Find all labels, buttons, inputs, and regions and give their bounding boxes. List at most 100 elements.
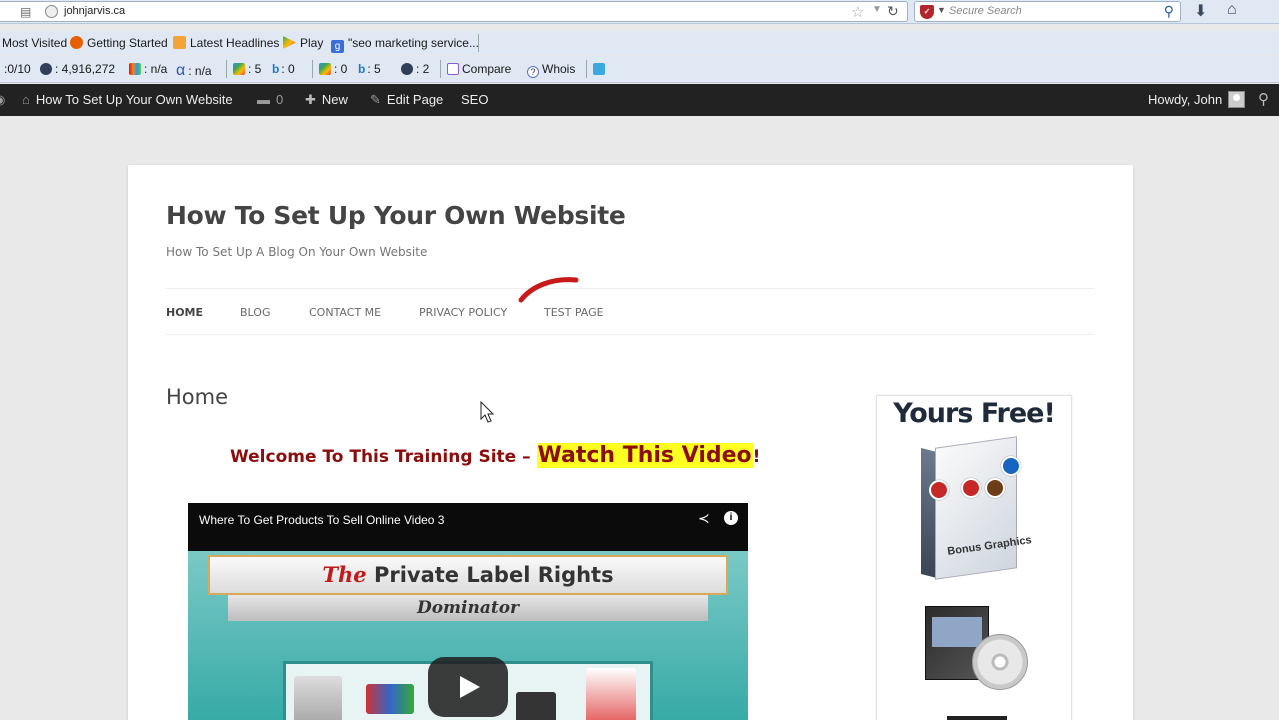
google-index-2[interactable]: : 0 <box>319 62 347 76</box>
compare-button[interactable]: Compare <box>447 62 511 76</box>
rss-icon <box>173 36 186 49</box>
main-navigation: HOME BLOG CONTACT ME PRIVACY POLICY TEST… <box>166 288 1094 335</box>
toolbar-separator <box>586 60 587 78</box>
thumbnail-main: Private Label Rights <box>366 563 614 587</box>
bookmark-getting-started[interactable]: Getting Started <box>70 36 168 50</box>
thumbnail-heading: The Private Label Rights <box>210 562 726 587</box>
home-icon: ⌂ <box>22 92 30 107</box>
google-index-1[interactable]: : 5 <box>233 62 261 76</box>
twitter-icon <box>593 63 605 75</box>
share-icon[interactable]: ≺ <box>698 510 710 527</box>
admin-seo[interactable]: SEO <box>461 92 488 107</box>
wp-admin-bar: ◉ ⌂ How To Set Up Your Own Website ▬0 ✚Ne… <box>0 84 1279 116</box>
nav-test-page[interactable]: TEST PAGE <box>544 306 604 319</box>
bar-chart-icon <box>129 63 141 75</box>
globe-icon <box>45 5 58 18</box>
bookmark-label: Most Visited <box>2 36 68 50</box>
bookmark-star-icon[interactable]: ☆ <box>851 3 864 21</box>
home-icon[interactable]: ⌂ <box>1227 1 1237 19</box>
badge-icon <box>1001 456 1021 476</box>
download-icon[interactable]: ⬇ <box>1194 1 1207 21</box>
sidebar-ad[interactable]: Yours Free! Bonus Graphics <box>876 395 1072 720</box>
metric-a[interactable]: : n/a <box>129 62 167 76</box>
avatar[interactable] <box>1228 91 1245 108</box>
nav-blog[interactable]: BLOG <box>240 306 270 319</box>
metric-b[interactable]: α: n/a <box>176 62 212 80</box>
product-image <box>294 676 342 720</box>
alexa-value: : 4,916,272 <box>55 62 116 76</box>
plus-icon: ✚ <box>305 92 316 107</box>
mouse-cursor-icon <box>480 401 495 423</box>
bing-index-1[interactable]: b: 0 <box>272 62 295 76</box>
ad-title: Yours Free! <box>893 398 1056 429</box>
video-thumbnail[interactable]: The Private Label Rights Dominator <box>188 551 748 720</box>
nav-privacy-policy[interactable]: PRIVACY POLICY <box>419 306 507 319</box>
bing-index-2[interactable]: b: 5 <box>358 62 381 76</box>
admin-new[interactable]: ✚ New <box>305 92 348 108</box>
site-title[interactable]: How To Set Up Your Own Website <box>166 201 626 230</box>
welcome-suffix: ! <box>752 447 761 467</box>
toolbar-separator <box>440 60 441 78</box>
bookmark-label: Play <box>300 36 324 50</box>
search-placeholder[interactable]: Secure Search <box>949 5 1022 17</box>
admin-comments[interactable]: ▬ 0 <box>257 92 283 107</box>
alexa-icon <box>40 63 52 75</box>
nav-home[interactable]: HOME <box>166 306 203 319</box>
search-engine-dropdown-icon[interactable]: ▼ <box>937 5 946 15</box>
thumbnail-the: The <box>322 562 367 587</box>
alexa-rank[interactable]: : 4,916,272 <box>40 62 115 76</box>
bookmark-seo-marketing[interactable]: g "seo marketing service... <box>331 36 479 53</box>
admin-edit-page[interactable]: ✎ Edit Page <box>370 92 443 108</box>
bookmark-label: Getting Started <box>87 36 168 50</box>
play-button[interactable] <box>428 657 508 717</box>
wordpress-logo-icon[interactable]: ◉ <box>0 92 5 108</box>
admin-search-icon[interactable]: ⚲ <box>1258 90 1269 108</box>
info-count[interactable]: : 2 <box>401 62 429 76</box>
question-icon: ? <box>527 66 539 78</box>
url-dropdown-icon[interactable]: ▼ <box>872 4 882 15</box>
admin-site-name[interactable]: ⌂ How To Set Up Your Own Website <box>22 92 233 107</box>
identity-icon[interactable]: ▤ <box>20 5 31 19</box>
info-count-value: : 2 <box>416 62 430 76</box>
pencil-icon: ✎ <box>370 92 381 107</box>
bookmark-play[interactable]: Play <box>283 36 323 50</box>
site-page: How To Set Up Your Own Website How To Se… <box>128 165 1133 720</box>
reload-icon[interactable]: ↻ <box>887 3 899 20</box>
dvd-case-screen <box>932 617 982 647</box>
welcome-prefix: Welcome To This Training Site – <box>230 447 537 467</box>
google-index-1-value: : 5 <box>248 62 262 76</box>
video-title[interactable]: Where To Get Products To Sell Online Vid… <box>199 513 444 527</box>
url-bar[interactable]: ▤ johnjarvis.ca ☆ ▼ ↻ <box>0 1 908 22</box>
whois-label: Whois <box>542 62 576 76</box>
dvd-disc <box>972 634 1028 690</box>
google-icon <box>319 63 331 75</box>
play-icon <box>283 36 296 49</box>
google-index-2-value: : 0 <box>334 62 348 76</box>
nav-contact-me[interactable]: CONTACT ME <box>309 306 381 319</box>
pagerank-value[interactable]: :0/10 <box>4 62 31 76</box>
bookmark-latest-headlines[interactable]: Latest Headlines <box>173 36 279 50</box>
bing-index-1-value: : 0 <box>281 62 295 76</box>
bookmark-most-visited[interactable]: Most Visited <box>2 36 67 50</box>
badge-icon <box>961 478 981 498</box>
metric-b-value: : n/a <box>188 64 212 78</box>
whois-button[interactable]: ? Whois <box>527 62 575 78</box>
admin-site-name-label: How To Set Up Your Own Website <box>35 92 233 107</box>
url-text[interactable]: johnjarvis.ca <box>64 5 125 17</box>
twitter-button[interactable] <box>593 62 608 76</box>
search-engine-shield-icon[interactable]: ✓ <box>920 5 934 19</box>
product-image <box>586 668 636 720</box>
search-icon[interactable]: ⚲ <box>1164 3 1174 20</box>
thumbnail-banner: The Private Label Rights <box>208 555 728 595</box>
youtube-embed[interactable]: Where To Get Products To Sell Online Vid… <box>188 503 748 720</box>
toolbar-separator <box>312 60 313 78</box>
comments-count: 0 <box>276 92 284 107</box>
admin-howdy[interactable]: Howdy, John <box>1148 92 1222 107</box>
annotation-swoosh <box>518 277 579 303</box>
toolbar-separator <box>226 60 227 78</box>
firefox-icon <box>70 36 83 49</box>
thumbnail-subtitle: Dominator <box>416 598 520 618</box>
compare-label: Compare <box>462 62 512 76</box>
search-bar[interactable]: ✓ ▼ Secure Search ⚲ <box>914 1 1181 22</box>
info-icon[interactable]: i <box>724 511 738 525</box>
